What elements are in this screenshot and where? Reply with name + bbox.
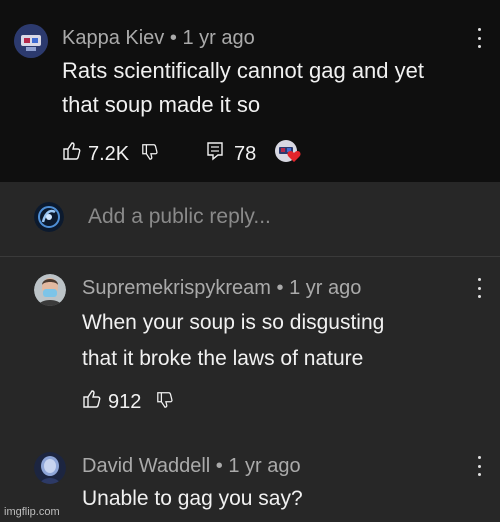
more-vert-icon[interactable]: [476, 456, 482, 476]
reply-2-age[interactable]: 1 yr ago: [228, 455, 300, 477]
user-avatar: [34, 202, 64, 232]
thumbs-down-icon[interactable]: [141, 143, 159, 166]
comment-text-line-2: that soup made it so: [62, 92, 261, 117]
thumbs-down-icon[interactable]: [156, 391, 174, 414]
comment-author[interactable]: Kappa Kiev: [62, 27, 164, 49]
reply-1-like-action: 912: [82, 389, 141, 415]
reply-1-text-line-2: that it broke the laws of nature: [82, 347, 364, 370]
reply-1-age[interactable]: 1 yr ago: [289, 277, 361, 299]
reply-1-meta: Supremekrispykream • 1 yr ago: [82, 277, 361, 300]
reply-2-author[interactable]: David Waddell: [82, 455, 210, 477]
replies-action[interactable]: 78: [206, 141, 256, 167]
reply-1-text: When your soup is so disgusting that it …: [82, 305, 384, 377]
comment-age[interactable]: 1 yr ago: [182, 27, 254, 49]
comment-text: Rats scientifically cannot gag and yet t…: [62, 54, 424, 122]
meta-separator: •: [169, 27, 177, 49]
reply-input[interactable]: Add a public reply...: [88, 205, 271, 229]
divider: [0, 256, 500, 257]
reply-1-like-count: 912: [108, 390, 142, 413]
comment-meta: Kappa Kiev • 1 yr ago: [62, 27, 255, 50]
comment-text-line-1: Rats scientifically cannot gag and yet: [62, 58, 424, 83]
more-vert-icon[interactable]: [476, 278, 482, 298]
reply-count: 78: [234, 142, 257, 165]
thumbs-up-icon[interactable]: [82, 389, 102, 415]
like-action: 7.2K: [62, 141, 129, 167]
supremekrispykream-avatar[interactable]: [34, 274, 66, 306]
comment-icon: [206, 141, 224, 167]
reply-1-text-line-1: When your soup is so disgusting: [82, 311, 385, 334]
more-vert-icon[interactable]: [476, 28, 482, 48]
meta-separator: •: [215, 455, 223, 477]
reply-2-text: Unable to gag you say?: [82, 482, 303, 516]
watermark: imgflip.com: [4, 506, 60, 518]
reply-1-author[interactable]: Supremekrispykream: [82, 277, 271, 299]
like-count: 7.2K: [88, 142, 130, 165]
meta-separator: •: [276, 277, 284, 299]
david-waddell-avatar[interactable]: [34, 452, 66, 484]
reply-2-text-line-1: Unable to gag you say?: [82, 487, 303, 510]
creator-heart-icon: [287, 150, 301, 168]
reply-2-meta: David Waddell • 1 yr ago: [82, 455, 301, 478]
kappa-kiev-avatar[interactable]: [14, 24, 48, 58]
thumbs-up-icon[interactable]: [62, 141, 82, 167]
